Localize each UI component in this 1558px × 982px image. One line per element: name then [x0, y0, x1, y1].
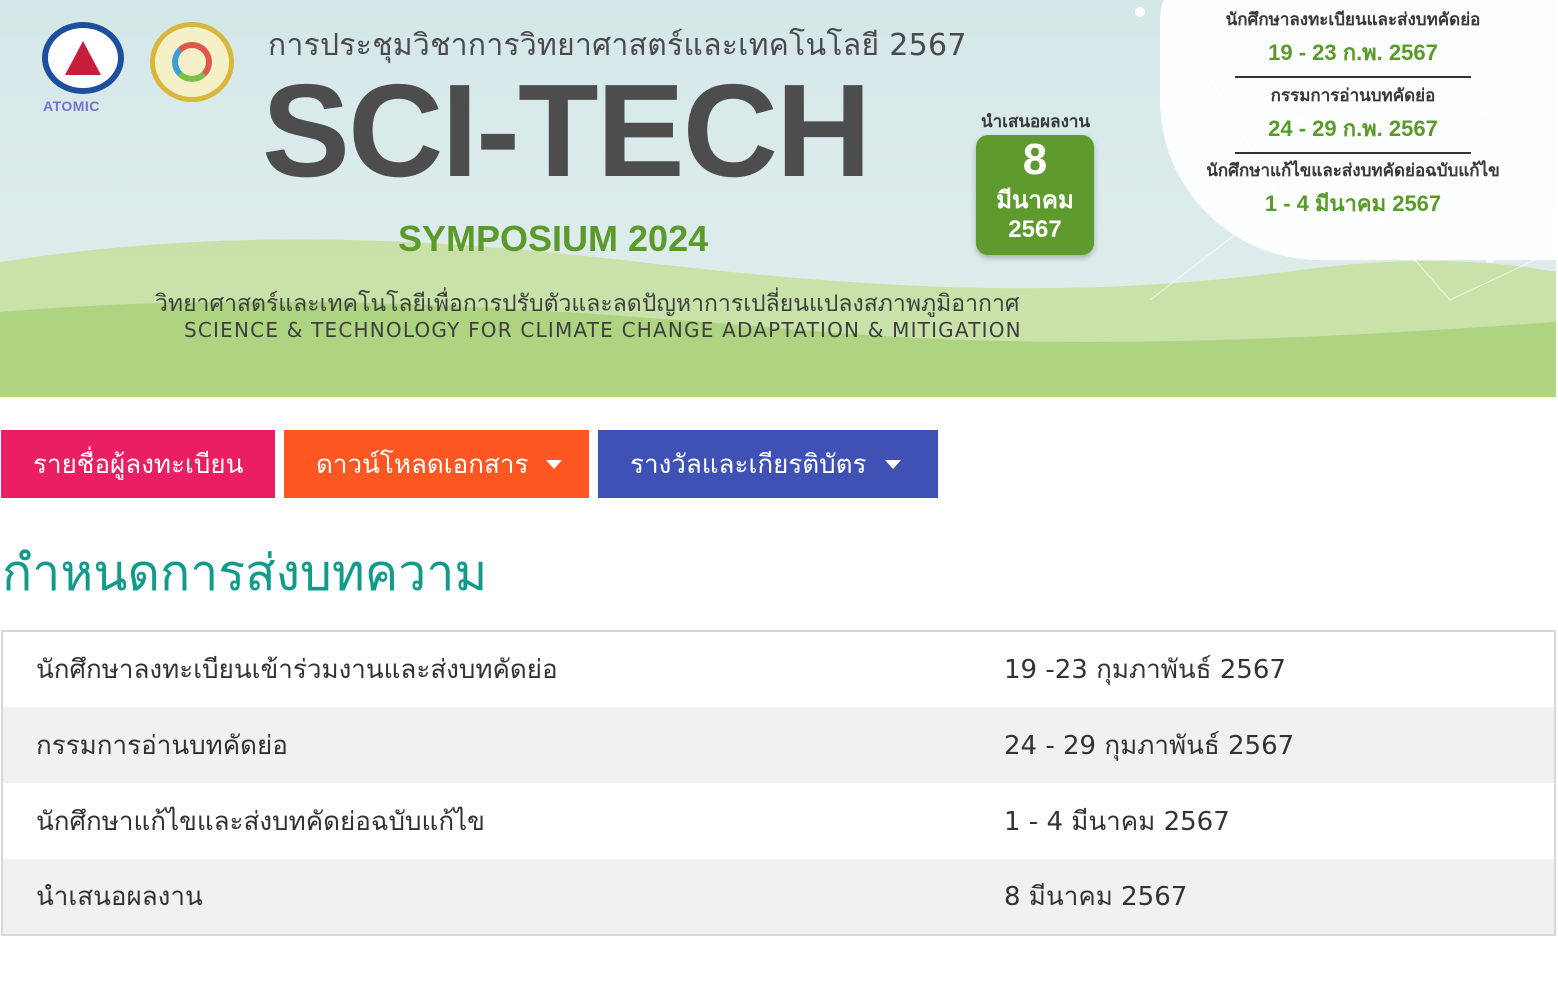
table-row: กรรมการอ่านบทคัดย่อ 24 - 29 กุมภาพันธ์ 2…	[2, 707, 1555, 783]
caret-down-icon	[884, 459, 901, 469]
schedule-date: 19 -23 กุมภาพันธ์ 2567	[1004, 655, 1286, 685]
banner-schedule-item: นักศึกษาลงทะเบียนและส่งบทคัดย่อ 19 - 23 …	[1188, 6, 1518, 78]
banner-subtitle: SYMPOSIUM 2024	[398, 218, 709, 259]
banner-schedule-label: นักศึกษาแก้ไขและส่งบทคัดย่อฉบับแก้ไข	[1206, 161, 1500, 181]
banner-main-title: SCI-TECH	[262, 57, 871, 204]
schedule-item: นำเสนอผลงาน	[2, 859, 972, 935]
schedule-date: 24 - 29 กุมภาพันธ์ 2567	[972, 707, 1555, 783]
schedule-item: นักศึกษาลงทะเบียนเข้าร่วมงานและส่งบทคัดย…	[36, 655, 558, 685]
table-row: นำเสนอผลงาน 8 มีนาคม 2567	[2, 859, 1555, 935]
presentation-date-badge: 8 มีนาคม 2567	[976, 135, 1094, 255]
event-banner: ATOMIC การประชุมวิชาการวิทยาศาสตร์และเทค…	[0, 0, 1556, 397]
club-logo	[150, 22, 234, 102]
table-row: นักศึกษาลงทะเบียนเข้าร่วมงานและส่งบทคัดย…	[2, 631, 1555, 707]
presentation-month: มีนาคม	[996, 186, 1074, 214]
atomic-logo-text: ATOMIC	[43, 98, 100, 114]
schedule-item: กรรมการอ่านบทคัดย่อ	[2, 707, 972, 783]
banner-schedule-date: 19 - 23 ก.พ. 2567	[1268, 40, 1438, 65]
banner-schedule-item: กรรมการอ่านบทคัดย่อ 24 - 29 ก.พ. 2567	[1188, 82, 1518, 154]
divider	[1235, 76, 1471, 78]
awards-certificates-label: รางวัลและเกียรติบัตร	[630, 449, 867, 480]
banner-schedule-label: กรรมการอ่านบทคัดย่อ	[1270, 86, 1436, 106]
caret-down-icon	[546, 459, 563, 469]
submission-schedule-table: นักศึกษาลงทะเบียนเข้าร่วมงานและส่งบทคัดย…	[1, 630, 1556, 936]
banner-schedule-item: นักศึกษาแก้ไขและส่งบทคัดย่อฉบับแก้ไข 1 -…	[1188, 157, 1518, 221]
section-title: กำหนดการส่งบทความ	[2, 544, 488, 602]
schedule-item: นักศึกษาแก้ไขและส่งบทคัดย่อฉบับแก้ไข	[36, 806, 485, 837]
banner-schedule-date: 24 - 29 ก.พ. 2567	[1268, 116, 1438, 141]
download-documents-label: ดาวน์โหลดเอกสาร	[316, 449, 529, 480]
presentation-day: 8	[1022, 135, 1048, 184]
banner-tagline-thai: วิทยาศาสตร์และเทคโนโลยีเพื่อการปรับตัวแล…	[155, 291, 1020, 317]
faculty-logo	[42, 22, 124, 94]
presentation-year: 2567	[1008, 216, 1062, 243]
table-row: นักศึกษาแก้ไขและส่งบทคัดย่อฉบับแก้ไข 1 -…	[2, 783, 1555, 859]
banner-tagline-english: SCIENCE & TECHNOLOGY FOR CLIMATE CHANGE …	[184, 318, 1022, 342]
banner-schedule-date: 1 - 4 มีนาคม 2567	[1264, 191, 1442, 216]
registrants-list-label: รายชื่อผู้ลงทะเบียน	[33, 449, 244, 480]
schedule-date: 8 มีนาคม 2567	[972, 859, 1555, 935]
divider	[1235, 152, 1471, 154]
presentation-label: นำเสนอผลงาน	[981, 112, 1091, 132]
download-documents-dropdown[interactable]: ดาวน์โหลดเอกสาร	[284, 430, 589, 498]
registrants-list-button[interactable]: รายชื่อผู้ลงทะเบียน	[1, 430, 275, 498]
schedule-date: 1 - 4 มีนาคม 2567	[1004, 806, 1230, 837]
banner-schedule-label: นักศึกษาลงทะเบียนและส่งบทคัดย่อ	[1225, 10, 1481, 30]
awards-certificates-dropdown[interactable]: รางวัลและเกียรติบัตร	[598, 430, 938, 498]
